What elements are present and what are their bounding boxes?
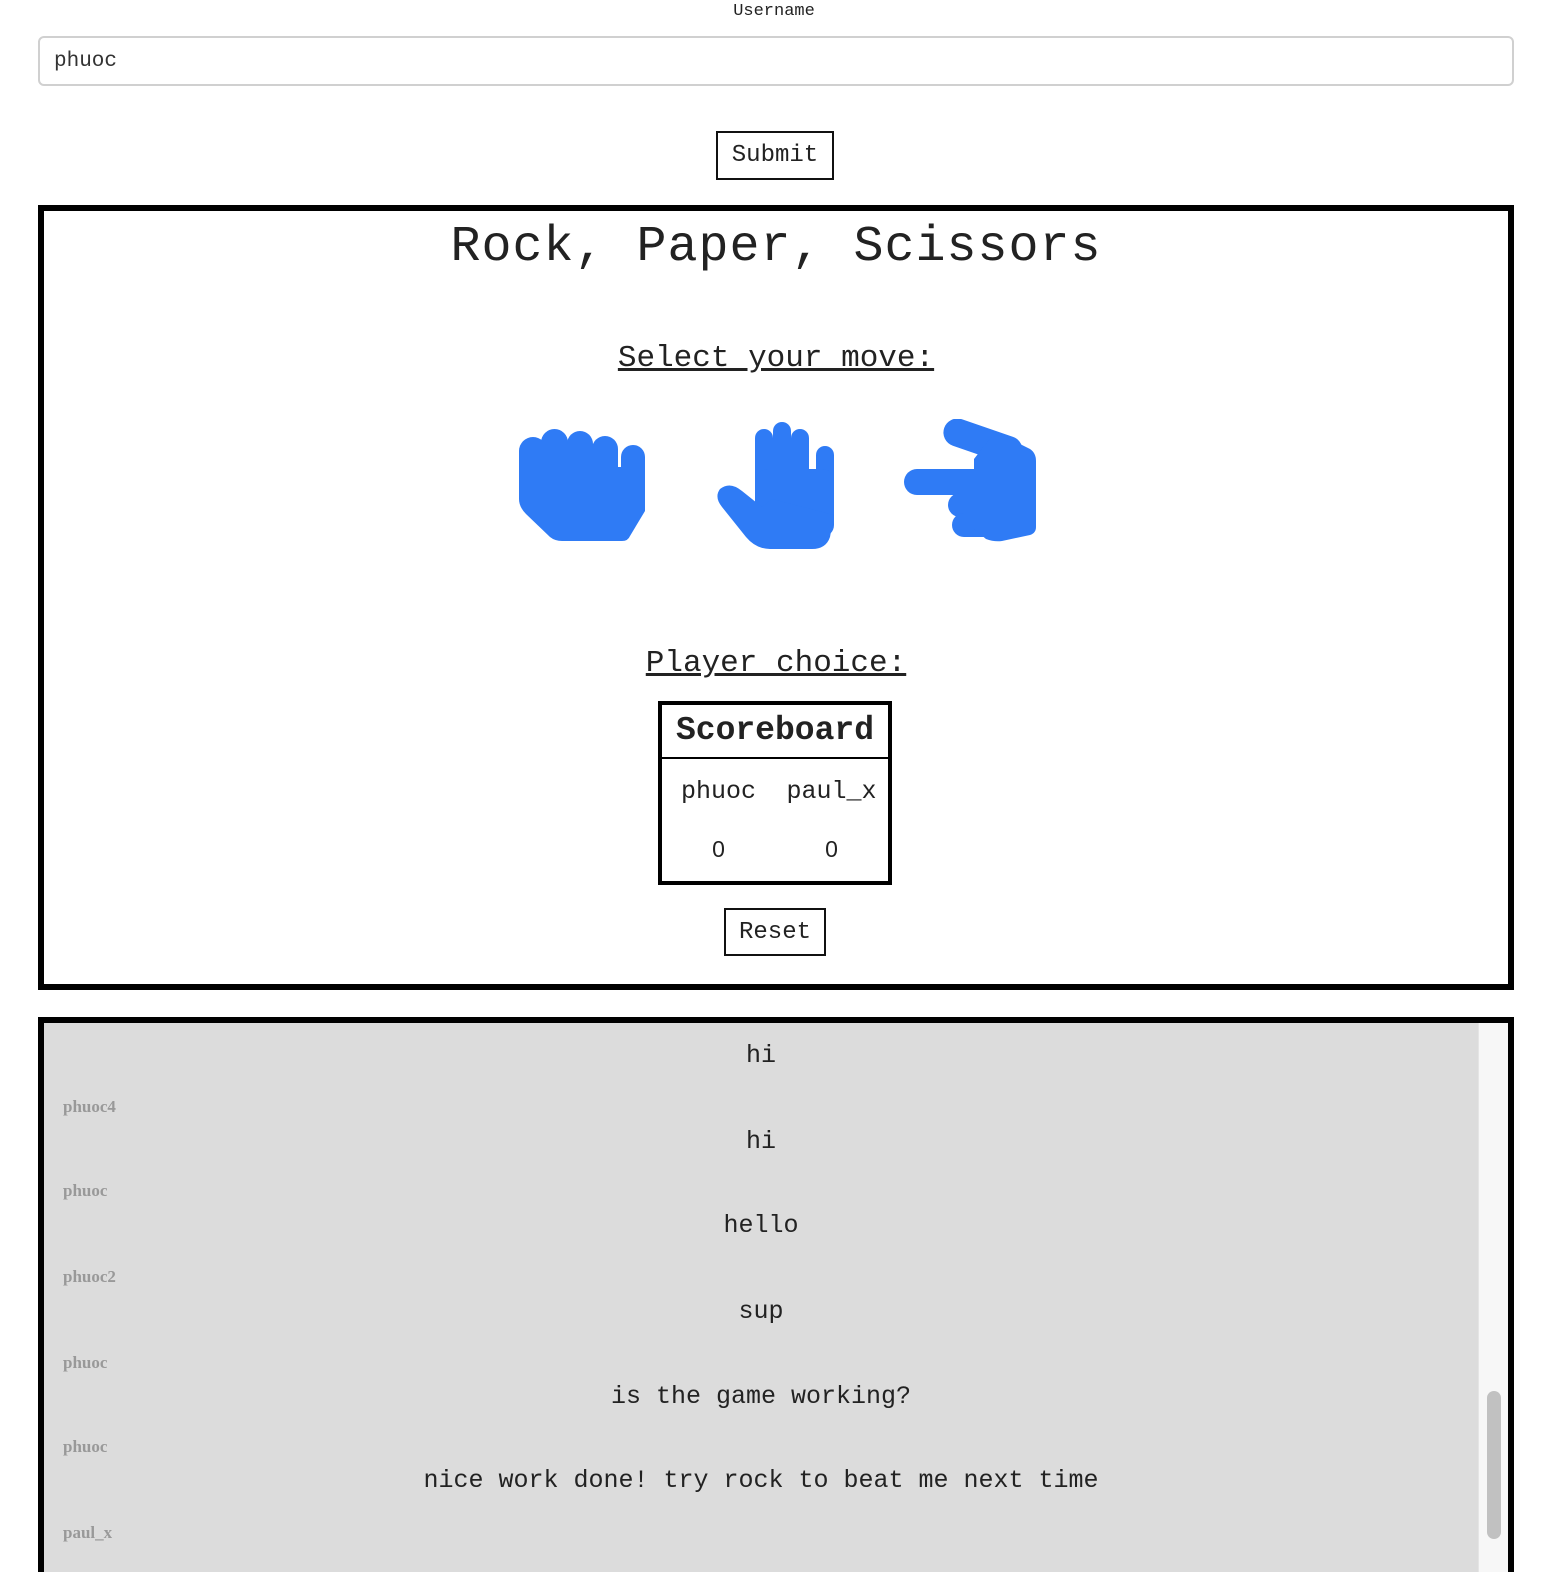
chat-message-text: is the game working? [610, 1382, 912, 1411]
chat-scrollbar[interactable] [1478, 1023, 1508, 1572]
rock-button[interactable] [512, 419, 652, 559]
chat-message-text: hello [723, 1211, 799, 1240]
chat-message-text: hi [745, 1041, 776, 1070]
chat-message-text: hi [745, 1127, 776, 1156]
chat-message-text: sup [738, 1297, 784, 1326]
chat-message-user: phuoc2 [63, 1267, 116, 1286]
chat-message-text: nice work done! try rock to beat me next… [423, 1466, 1099, 1495]
paper-button[interactable] [712, 419, 852, 559]
scissors-button[interactable] [902, 418, 1042, 559]
chat-message-user: paul_x [63, 1523, 113, 1542]
player-choice-label: Player choice: [645, 646, 907, 681]
username-input[interactable] [38, 36, 1514, 86]
hand-rock-icon [519, 429, 645, 541]
chat-messages[interactable]: hi phuoc4 hi phuoc hello phuoc2 sup phuo… [44, 1023, 1478, 1572]
chat-scrollbar-thumb[interactable] [1487, 1391, 1501, 1539]
scoreboard-player-score: 0 [712, 836, 725, 862]
select-move-heading: Select your move: [617, 341, 935, 376]
chat-message-user: phuoc [63, 1353, 108, 1372]
chat-message-user: phuoc4 [63, 1097, 116, 1116]
scoreboard-player-score: 0 [825, 836, 838, 862]
chat-panel: hi phuoc4 hi phuoc hello phuoc2 sup phuo… [38, 1017, 1514, 1572]
username-label: Username [733, 2, 815, 21]
chat-message-user: phuoc [63, 1437, 108, 1456]
chat-message-user: phuoc [63, 1181, 108, 1200]
scoreboard: Scoreboard phuoc paul_x 0 0 [658, 701, 892, 885]
hand-scissors-icon [904, 418, 1036, 542]
game-panel: Rock, Paper, Scissors Select your move: [38, 205, 1514, 990]
hand-paper-icon [717, 422, 834, 549]
scoreboard-title: Scoreboard [662, 705, 888, 759]
submit-button[interactable]: Submit [716, 131, 834, 180]
scoreboard-player-name: phuoc [680, 777, 756, 806]
scoreboard-player-name: paul_x [786, 777, 877, 806]
reset-button[interactable]: Reset [724, 908, 826, 956]
game-title: Rock, Paper, Scissors [450, 219, 1102, 276]
